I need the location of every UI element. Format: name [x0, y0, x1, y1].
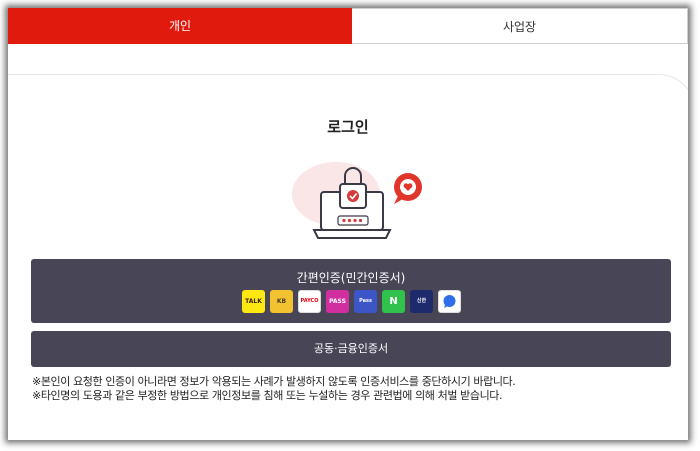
notice-line-2: ※타인명의 도용과 같은 부정한 방법으로 개인정보를 침해 또는 누설하는 경…	[32, 389, 503, 402]
naver-icon[interactable]: N	[382, 290, 405, 313]
secure-login-illustration	[292, 162, 422, 239]
provider-list: TALK KB PAYCO PASS Pass N 신한	[242, 290, 461, 313]
samsung-pass-icon[interactable]: Pass	[354, 290, 377, 313]
tab-business[interactable]: 사업장	[352, 8, 688, 44]
notice-line-1: ※본인이 요청한 인증이 아니라면 정보가 악용되는 사례가 발생하지 않도록 …	[32, 375, 516, 388]
tab-personal[interactable]: 개인	[8, 8, 352, 44]
kakao-icon[interactable]: TALK	[242, 290, 265, 313]
login-title: 로그인	[327, 118, 369, 136]
toss-icon[interactable]	[438, 290, 461, 313]
password-dot	[353, 218, 357, 223]
check-badge	[347, 190, 359, 202]
tab-bar: 개인 사업장	[8, 8, 688, 44]
simple-auth-button[interactable]: 간편인증(민간인증서) TALK KB PAYCO PASS Pass N 신한	[31, 259, 671, 323]
shinhan-icon[interactable]: 신한	[410, 290, 433, 313]
login-panel: 개인 사업장 로그인 간편인증(민간인증서) TALK KB PAYCO PAS…	[8, 8, 688, 440]
password-dot	[358, 218, 363, 223]
password-dot	[342, 218, 346, 223]
toss-symbol	[443, 295, 456, 308]
window-frame: 개인 사업장 로그인 간편인증(민간인증서) TALK KB PAYCO PAS…	[0, 0, 700, 451]
laptop-base	[312, 229, 392, 239]
payco-icon[interactable]: PAYCO	[298, 290, 321, 313]
kb-icon[interactable]: KB	[270, 290, 293, 313]
password-dot	[347, 218, 352, 223]
joint-certificate-button[interactable]: 공동·금융인증서	[31, 331, 671, 367]
pass-icon[interactable]: PASS	[326, 290, 349, 313]
simple-auth-label: 간편인증(민간인증서)	[296, 271, 406, 285]
